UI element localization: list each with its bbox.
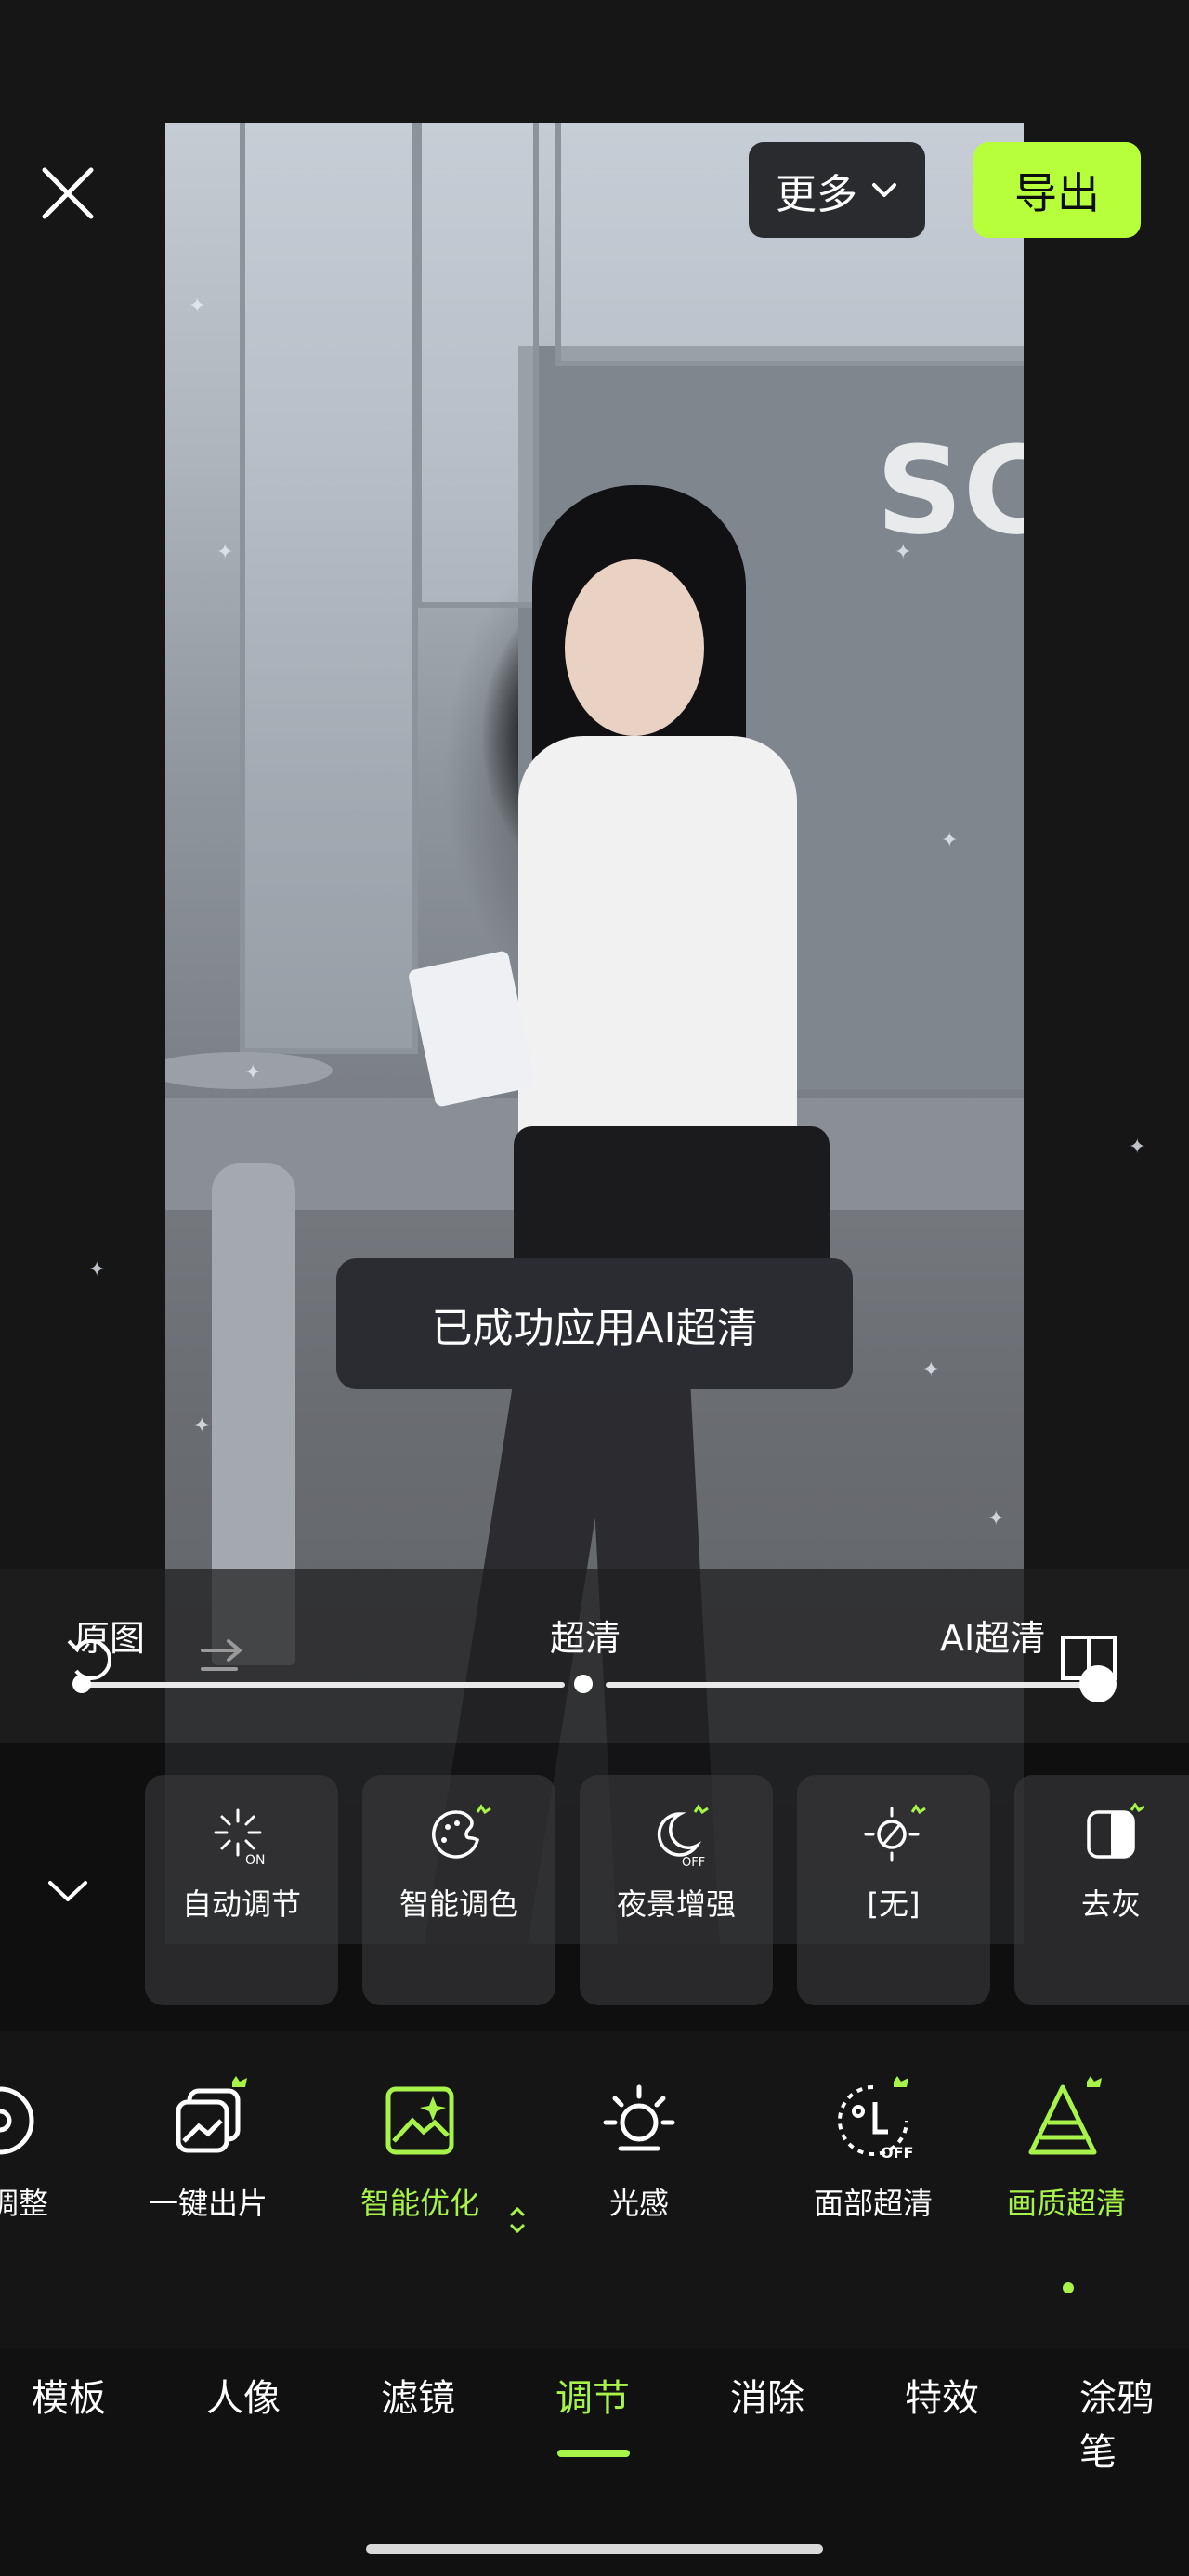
more-button[interactable]: 更多 bbox=[749, 142, 925, 238]
tool-quality-hd[interactable]: 画质超清 bbox=[1007, 2074, 1126, 2223]
redo-icon[interactable] bbox=[193, 1628, 253, 1688]
feature-card-label: 夜景增强 bbox=[616, 1886, 736, 1922]
feature-card-smart-color[interactable]: 智能调色 bbox=[362, 1775, 555, 2005]
tab-erase[interactable]: 消除 bbox=[730, 2368, 804, 2422]
sparkle-icon: ✦ bbox=[193, 1414, 211, 1438]
sparkle-icon: ✦ bbox=[922, 1359, 940, 1382]
close-icon bbox=[42, 167, 94, 219]
sparkle-icon: ✦ bbox=[941, 829, 959, 852]
slider-stop-hd[interactable] bbox=[574, 1675, 593, 1693]
slider-track-right bbox=[606, 1682, 1096, 1688]
one-click-photo-icon bbox=[176, 2076, 247, 2153]
adjust-icon bbox=[0, 2086, 34, 2155]
photo-window-left bbox=[240, 123, 418, 1054]
tab-portrait[interactable]: 人像 bbox=[206, 2368, 281, 2422]
more-label: 更多 bbox=[776, 170, 857, 218]
collapse-chevron-icon[interactable] bbox=[45, 1875, 91, 1907]
sparkle-icon: ✦ bbox=[1129, 1136, 1146, 1159]
tool-label: 画质超清 bbox=[1007, 2186, 1127, 2221]
sparkle-icon: ✦ bbox=[987, 1507, 1005, 1531]
slider-stop-original[interactable] bbox=[72, 1675, 91, 1693]
tab-doodle[interactable]: 涂鸦笔 bbox=[1079, 2368, 1189, 2476]
svg-text:OFF: OFF bbox=[881, 2144, 913, 2162]
home-indicator[interactable] bbox=[366, 2544, 823, 2554]
expand-toggle-icon[interactable] bbox=[507, 2204, 528, 2236]
feature-card-label: [无] bbox=[867, 1886, 921, 1922]
sparkle-icon: ✦ bbox=[244, 1061, 262, 1084]
active-tab-underline bbox=[557, 2450, 630, 2457]
photo-face bbox=[565, 559, 704, 736]
tool-one-click-photo[interactable]: 一键出片 bbox=[149, 2074, 268, 2223]
quality-hd-icon bbox=[1028, 2076, 1102, 2155]
no-effect-icon bbox=[864, 1804, 926, 1862]
tool-light-sense[interactable]: 光感 bbox=[593, 2074, 686, 2223]
tool-label: 智能优化 bbox=[360, 2186, 480, 2221]
dehaze-icon bbox=[1087, 1803, 1144, 1859]
slider-label-ai-hd[interactable]: AI超清 bbox=[940, 1610, 1045, 1661]
feature-card-none[interactable]: [无] bbox=[797, 1775, 990, 2005]
auto-adjust-on-icon: ON bbox=[214, 1808, 266, 1868]
toast-text: 已成功应用AI超清 bbox=[431, 1304, 758, 1352]
active-indicator-dot bbox=[1063, 2282, 1074, 2293]
tool-label: 光感 bbox=[608, 2186, 669, 2221]
night-enhance-off-icon: OFF bbox=[657, 1804, 709, 1870]
svg-text:ON: ON bbox=[245, 1853, 266, 1868]
tab-adjust[interactable]: 调节 bbox=[555, 2368, 630, 2422]
feature-card-label: 去灰 bbox=[1080, 1886, 1141, 1922]
feature-card-night-enhance[interactable]: OFF 夜景增强 bbox=[580, 1775, 773, 2005]
feature-card-auto-adjust[interactable]: ON 自动调节 bbox=[145, 1775, 338, 2005]
svg-text:OFF: OFF bbox=[682, 1856, 705, 1870]
tab-effects[interactable]: 特效 bbox=[905, 2368, 979, 2422]
chevron-down-icon bbox=[872, 182, 896, 197]
slider-track-left bbox=[82, 1682, 565, 1688]
sparkle-icon: ✦ bbox=[895, 541, 912, 564]
photo-id-card bbox=[407, 950, 537, 1108]
sparkle-icon: ✦ bbox=[88, 1258, 106, 1281]
tab-filter[interactable]: 滤镜 bbox=[381, 2368, 455, 2422]
sparkle-icon: ✦ bbox=[189, 295, 206, 318]
sparkle-icon: ✦ bbox=[216, 541, 234, 564]
tab-template[interactable]: 模板 bbox=[32, 2368, 106, 2422]
close-button[interactable] bbox=[37, 163, 98, 224]
slider-thumb[interactable] bbox=[1079, 1665, 1117, 1702]
feature-card-label: 自动调节 bbox=[181, 1886, 301, 1922]
toast-message: 已成功应用AI超清 bbox=[336, 1258, 853, 1389]
tool-adjust[interactable]: 调整 bbox=[0, 2074, 65, 2223]
tool-label: 一键出片 bbox=[149, 2186, 268, 2221]
light-sense-icon bbox=[603, 2084, 675, 2151]
feature-card-dehaze[interactable]: 去灰 bbox=[1014, 1775, 1189, 2005]
export-button[interactable]: 导出 bbox=[973, 142, 1141, 238]
tool-label: 调整 bbox=[0, 2186, 48, 2221]
tool-label: 面部超清 bbox=[814, 2186, 934, 2221]
feature-card-label: 智能调色 bbox=[399, 1886, 518, 1922]
undo-icon[interactable] bbox=[63, 1628, 123, 1688]
photo-window-mid bbox=[416, 123, 539, 608]
smart-color-icon bbox=[432, 1804, 491, 1859]
export-label: 导出 bbox=[1014, 167, 1100, 218]
tool-smart-optimize[interactable]: 智能优化 bbox=[360, 2074, 479, 2223]
slider-label-hd[interactable]: 超清 bbox=[550, 1610, 621, 1661]
face-hd-icon: OFF bbox=[838, 2076, 913, 2162]
tool-face-hd[interactable]: OFF 面部超清 bbox=[814, 2074, 933, 2223]
smart-optimize-icon bbox=[385, 2086, 454, 2155]
